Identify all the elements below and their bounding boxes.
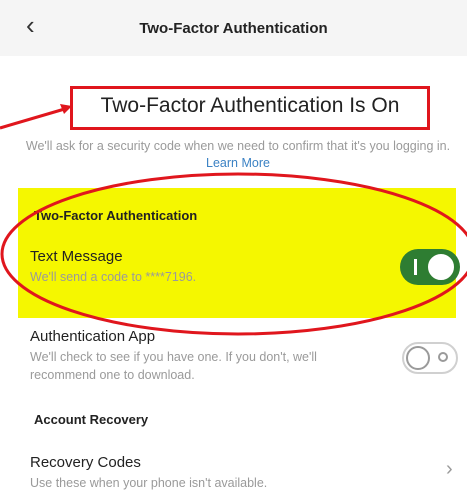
toggle-knob	[406, 346, 430, 370]
recovery-codes-description: Use these when your phone isn't availabl…	[30, 476, 268, 490]
toggle-off-indicator	[438, 352, 448, 362]
chevron-right-icon[interactable]: ›	[446, 458, 453, 481]
auth-app-toggle[interactable]	[402, 342, 458, 374]
learn-more-link[interactable]: Learn More	[206, 156, 270, 170]
recovery-codes-title[interactable]: Recovery Codes	[30, 454, 141, 471]
section-heading-account-recovery: Account Recovery	[34, 412, 149, 427]
auth-app-title: Authentication App	[30, 328, 156, 345]
status-heading: Two-Factor Authentication Is On	[100, 94, 400, 117]
description-text: We'll ask for a security code when we ne…	[25, 139, 451, 153]
annotation-ellipse	[0, 172, 467, 336]
annotation-arrow	[0, 104, 72, 130]
status-description: We'll ask for a security code when we ne…	[18, 138, 458, 172]
auth-app-description: We'll check to see if you have one. If y…	[30, 350, 317, 382]
